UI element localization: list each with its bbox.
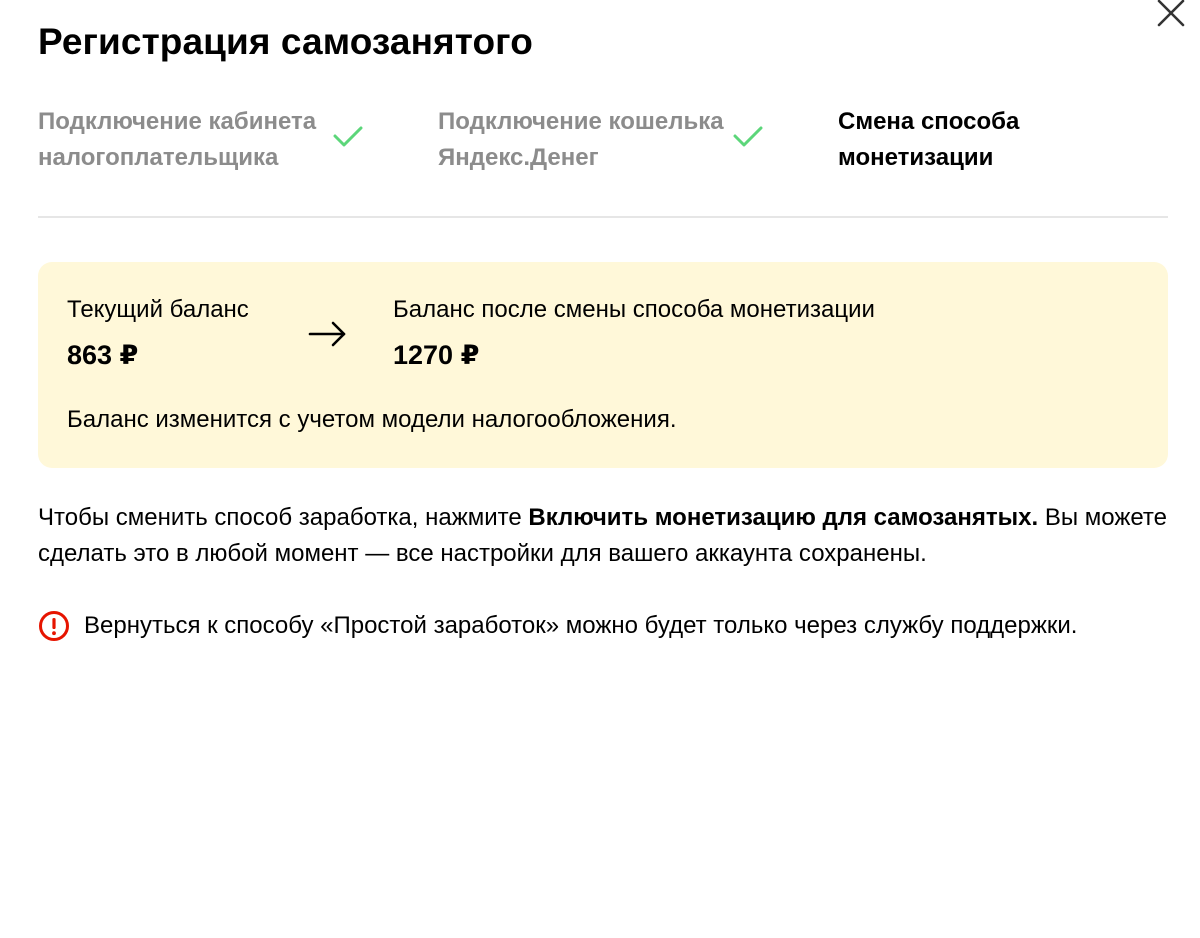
- steps-divider: [38, 216, 1168, 218]
- new-balance-label: Баланс после смены способа монетизации: [393, 296, 875, 323]
- step-yandex-wallet: Подключение кошелька Яндекс.Денег: [438, 104, 763, 176]
- new-balance-value: 1270 ₽: [393, 340, 480, 370]
- balance-note: Баланс изменится с учетом модели налогоо…: [67, 406, 677, 433]
- close-icon: [1157, 0, 1185, 27]
- current-balance-label: Текущий баланс: [67, 296, 249, 323]
- checkmark-icon: [333, 126, 363, 147]
- close-button[interactable]: [1152, 0, 1190, 32]
- enable-monetization-emphasis: Включить монетизацию для самозанятых.: [528, 504, 1039, 531]
- balance-card: Текущий баланс 863 ₽ Баланс после смены …: [38, 262, 1168, 468]
- step-tax-cabinet: Подключение кабинета налогоплательщика: [38, 104, 363, 176]
- step-label-line1: Подключение кошелька: [438, 108, 724, 135]
- warning-message: Вернуться к способу «Простой заработок» …: [38, 608, 1077, 644]
- step-label-line2: Яндекс.Денег: [438, 144, 599, 171]
- warning-text: Вернуться к способу «Простой заработок» …: [84, 612, 1078, 639]
- step-label-line1: Смена способа: [838, 108, 1020, 135]
- step-label-line2: монетизации: [838, 144, 994, 171]
- checkmark-icon: [733, 126, 763, 147]
- info-text-prefix: Чтобы сменить способ заработка, нажмите: [38, 504, 529, 531]
- dialog-title: Регистрация самозанятого: [38, 21, 533, 62]
- step-label-line1: Подключение кабинета: [38, 108, 317, 135]
- info-text: Чтобы сменить способ заработка, нажмите …: [38, 500, 1168, 572]
- step-change-monetization: Смена способа монетизации: [838, 104, 1138, 176]
- step-label-line2: налогоплательщика: [38, 144, 279, 171]
- exclamation-circle-icon: [39, 611, 69, 641]
- arrow-right-icon: [308, 321, 346, 347]
- current-balance-value: 863 ₽: [67, 340, 139, 370]
